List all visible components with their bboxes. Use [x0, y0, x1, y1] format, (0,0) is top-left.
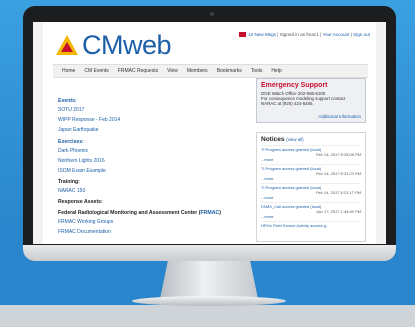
nav-tools[interactable]: Tools: [251, 68, 263, 74]
nav-frmac-requests[interactable]: FRMAC Requests: [118, 68, 158, 74]
monitor-stand-neck: [160, 261, 258, 299]
training-heading: Training:: [58, 179, 80, 185]
notice-item: FAMS_Call access granted (local) Jan 17,…: [261, 202, 361, 221]
separator: |: [277, 32, 279, 37]
monitor-stand-base: [132, 296, 286, 306]
nav-members[interactable]: Members: [187, 68, 208, 74]
notice-item: HPGe Field Source Activity access g...: [261, 221, 361, 230]
desk-surface: [0, 305, 415, 327]
signed-in-label: Signed in as fmac1: [279, 32, 319, 37]
nav-view[interactable]: View: [167, 68, 178, 74]
notice-item: Tl Program access granted (local) Feb 14…: [261, 164, 361, 183]
cmweb-logo[interactable]: CMweb: [56, 29, 172, 60]
sign-out-link[interactable]: Sign out: [353, 32, 370, 37]
monitor-screen: CMweb 12 New Msgs | Signed in as fmac1 |…: [33, 22, 386, 244]
emergency-line: NARAC at (925) 424-6465.: [261, 101, 314, 106]
exercise-link[interactable]: Northern Lights 2016: [58, 158, 253, 164]
federal-heading: Federal Radiological Monitoring and Asse…: [58, 210, 253, 216]
nav-bookmarks[interactable]: Bookmarks: [217, 68, 242, 74]
view-all-link[interactable]: (view all): [286, 137, 303, 142]
nav-home[interactable]: Home: [62, 68, 75, 74]
content-left-column: Events: SOTU 2017 WIPP Response - Feb 20…: [58, 92, 253, 239]
web-page: CMweb 12 New Msgs | Signed in as fmac1 |…: [43, 22, 376, 244]
frmac-link-item[interactable]: FRMAC Documentation: [58, 229, 253, 235]
logo-text: CMweb: [82, 29, 172, 60]
federal-heading-text: Federal Radiological Monitoring and Asse…: [58, 210, 201, 216]
your-account-link[interactable]: Your Account: [322, 32, 349, 37]
notice-more-link[interactable]: ...more: [261, 176, 361, 181]
main-nav: Home CM Events FRMAC Requests View Membe…: [53, 64, 368, 78]
frmac-link-item[interactable]: FRMAC Working Groups: [58, 219, 253, 225]
exercise-link[interactable]: ISOM Exam Example: [58, 168, 253, 174]
exercise-link[interactable]: Dark Phoenix: [58, 148, 253, 154]
notices-title-text: Notices: [261, 136, 285, 143]
new-messages-link[interactable]: 12 New Msgs: [248, 32, 276, 37]
notice-item: Tl Program access granted (local) Feb 14…: [261, 183, 361, 202]
emergency-title: Emergency Support: [261, 82, 328, 89]
radiation-warning-icon: [56, 35, 78, 55]
webcam-icon: [210, 12, 214, 16]
events-heading: Events:: [58, 98, 77, 104]
notices-title: Notices (view all): [261, 136, 361, 143]
event-link[interactable]: WIPP Response - Feb 2014: [58, 117, 253, 123]
federal-heading-close: ): [219, 210, 221, 216]
frmac-link[interactable]: FRMAC: [201, 210, 220, 216]
separator: |: [350, 32, 352, 37]
nav-cm-events[interactable]: CM Events: [84, 68, 108, 74]
notice-more-link[interactable]: ...more: [261, 157, 361, 162]
monitor-chin: [23, 245, 396, 261]
notices-panel: Notices (view all) Tl Program access gra…: [256, 132, 366, 242]
event-link[interactable]: SOTU 2017: [58, 107, 253, 113]
notice-title[interactable]: HPGe Field Source Activity access g...: [261, 223, 361, 228]
emergency-support-box: Emergency Support DOE Watch Office 202-5…: [256, 78, 366, 123]
notice-more-link[interactable]: ...more: [261, 195, 361, 200]
event-link[interactable]: Japan Earthquake: [58, 127, 253, 133]
mail-icon: [239, 32, 247, 38]
training-link[interactable]: NARAC 150: [58, 188, 253, 194]
user-toolbar: 12 New Msgs | Signed in as fmac1 | Your …: [239, 32, 370, 38]
response-assets-heading: Response Assets:: [58, 199, 103, 205]
exercises-heading: Exercises:: [58, 139, 84, 145]
notice-item: Tl Program access granted (local) Feb 14…: [261, 145, 361, 164]
additional-information-link[interactable]: Additional Information: [319, 114, 361, 119]
nav-help[interactable]: Help: [271, 68, 281, 74]
notice-more-link[interactable]: ...more: [261, 214, 361, 219]
